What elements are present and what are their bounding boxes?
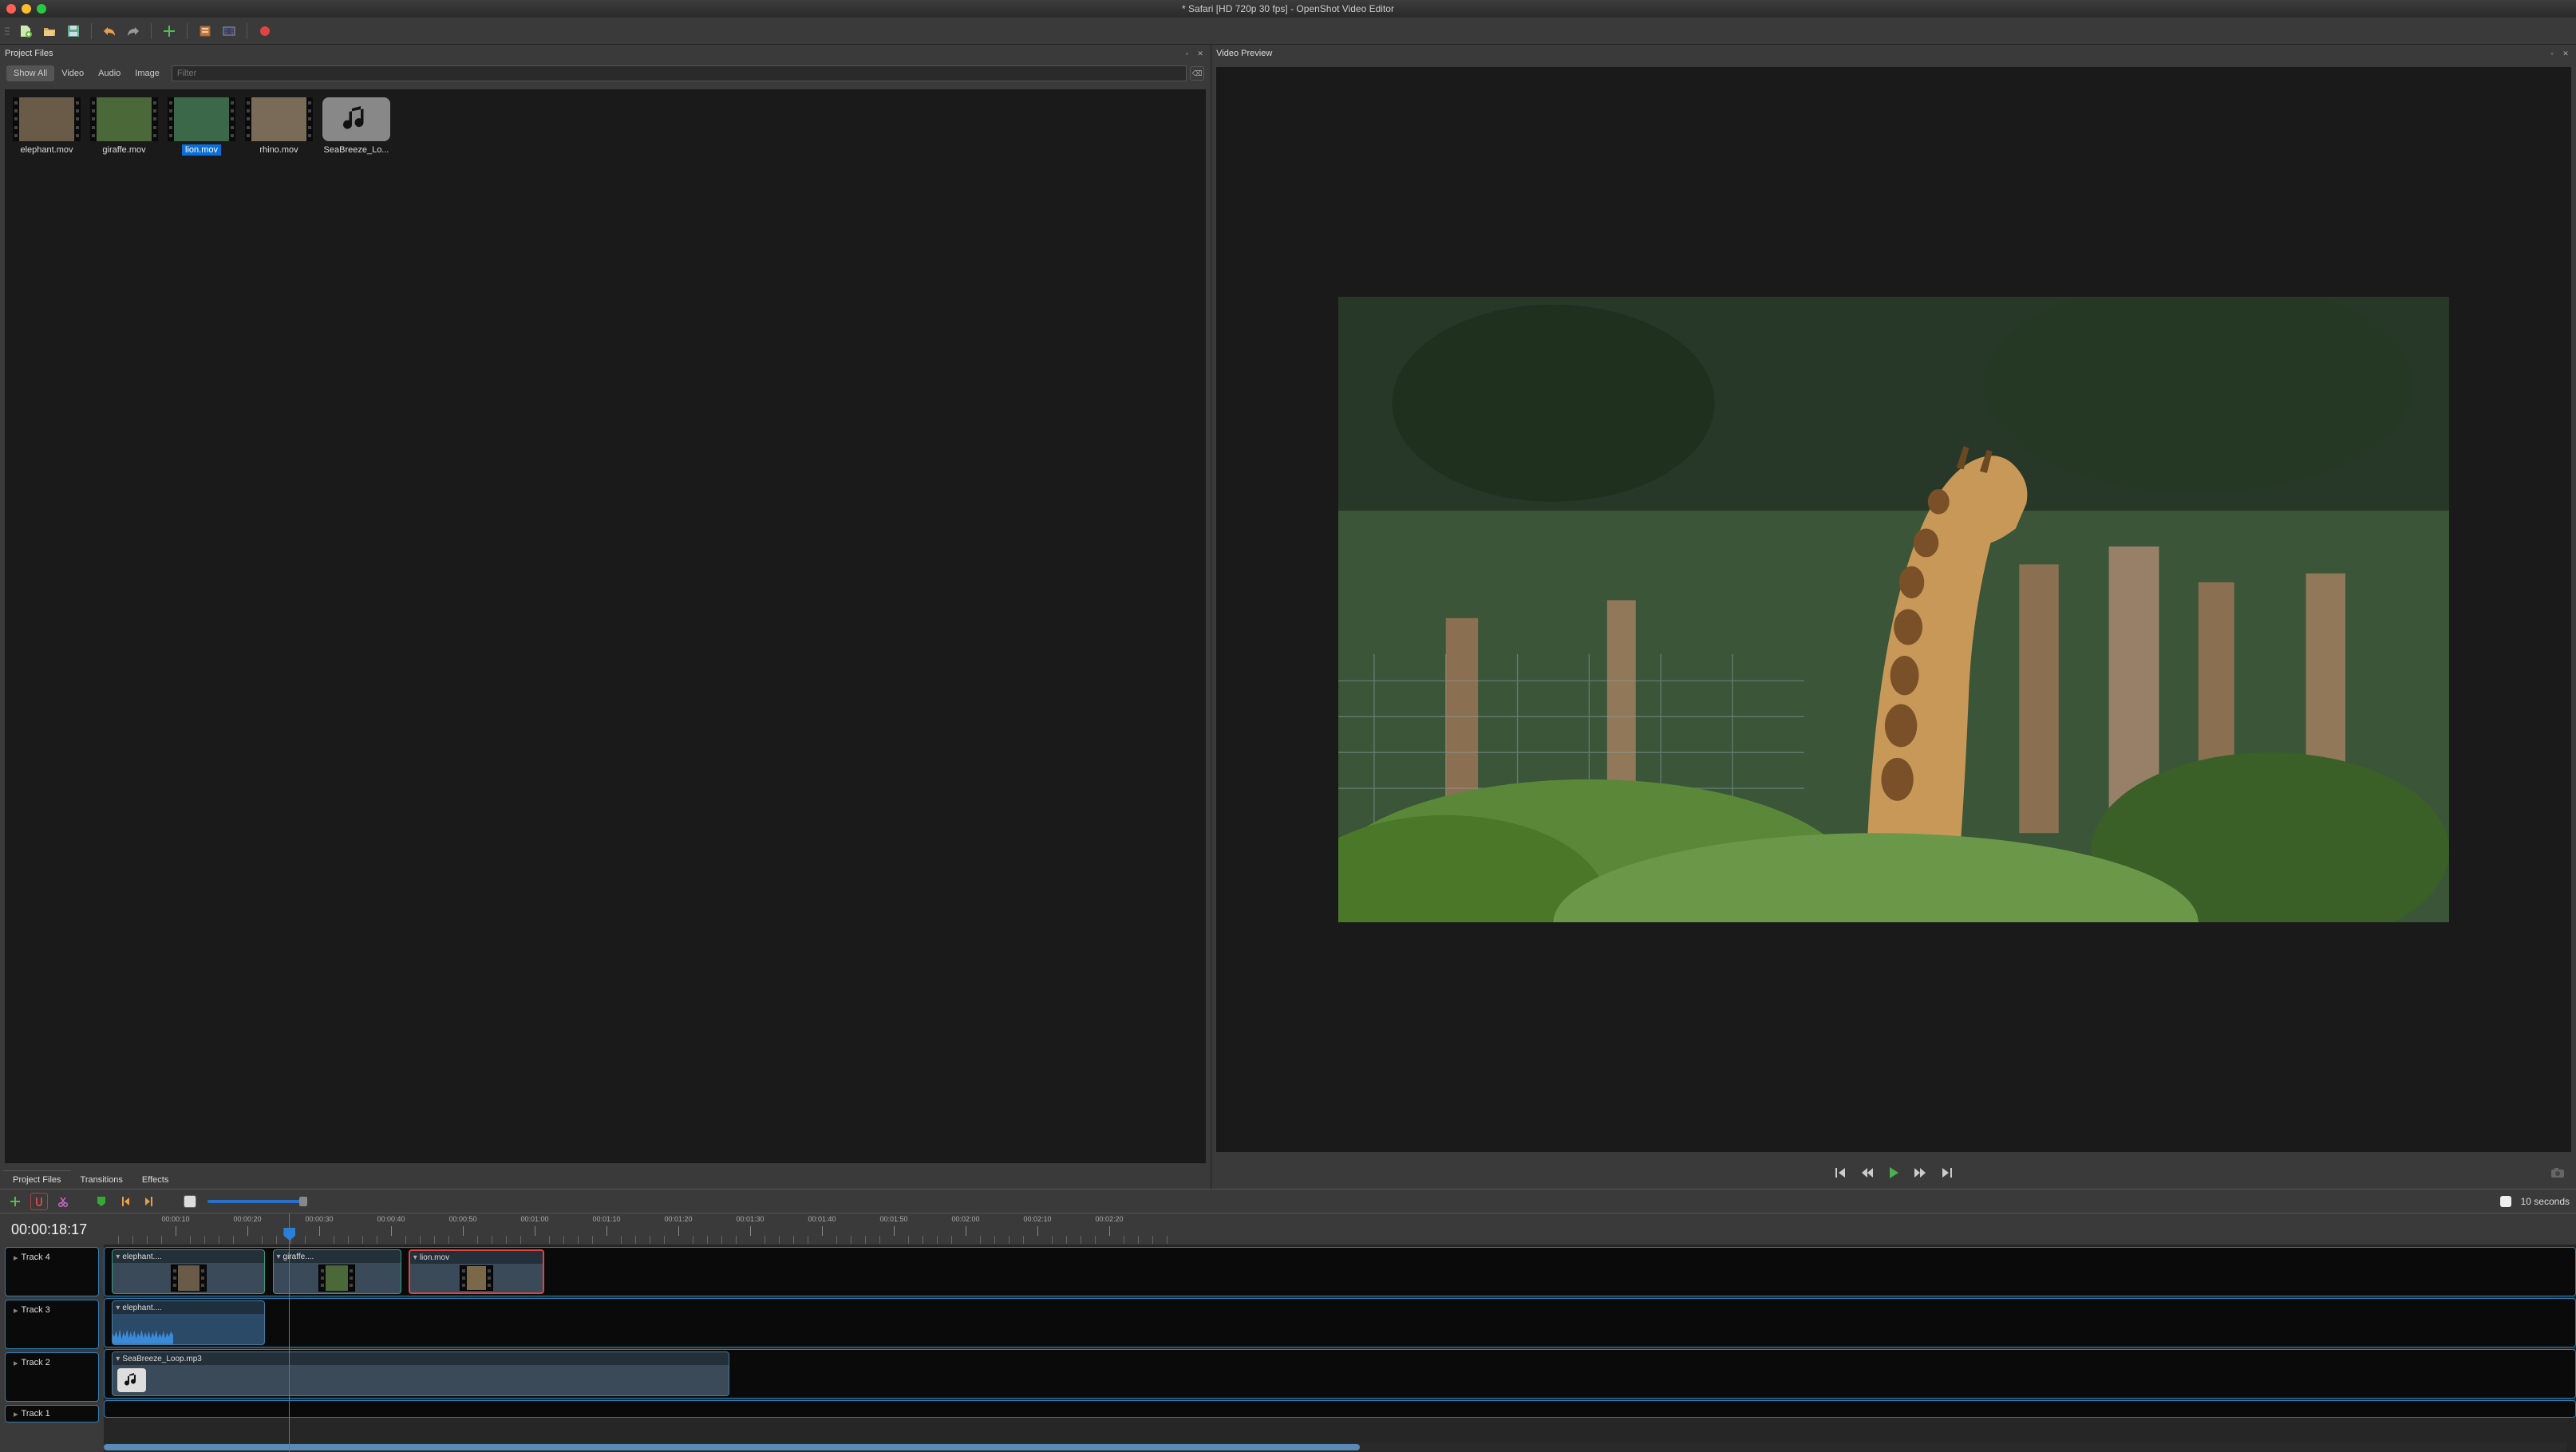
window-title: * Safari [HD 720p 30 fps] - OpenShot Vid…: [1182, 3, 1394, 14]
fullscreen-button[interactable]: [219, 22, 239, 41]
add-track-button[interactable]: [6, 1193, 24, 1210]
clip-seabreeze[interactable]: ▾SeaBreeze_Loop.mp3: [112, 1351, 729, 1396]
main-toolbar: [0, 18, 2576, 45]
file-item[interactable]: SeaBreeze_Lo...: [322, 97, 390, 156]
clip-giraffe[interactable]: ▾giraffe....: [273, 1249, 401, 1294]
track-header-1[interactable]: ▸Track 1: [5, 1405, 99, 1422]
close-panel-button[interactable]: ✕: [1195, 48, 1206, 59]
scrollbar-thumb[interactable]: [104, 1444, 1360, 1450]
file-item[interactable]: rhino.mov: [245, 97, 313, 156]
timeline-scrollbar[interactable]: [104, 1442, 2566, 1452]
clip-label: SeaBreeze_Loop.mp3: [122, 1355, 202, 1363]
rewind-button[interactable]: [1861, 1167, 1874, 1178]
track-lane-3[interactable]: ▾elephant....: [104, 1298, 2576, 1347]
file-label: giraffe.mov: [99, 144, 148, 156]
clip-elephant-audio[interactable]: ▾elephant....: [112, 1300, 265, 1345]
clip-label: elephant....: [122, 1304, 161, 1312]
track-header-4[interactable]: ▸Track 4: [5, 1247, 99, 1296]
add-marker-button[interactable]: [93, 1193, 110, 1210]
audio-thumb: [322, 97, 390, 141]
filter-show-all[interactable]: Show All: [6, 65, 54, 81]
save-project-button[interactable]: [64, 22, 83, 41]
filter-row: Show All Video Audio Image ⌫: [0, 62, 1211, 85]
clip-label: giraffe....: [283, 1253, 314, 1261]
import-files-button[interactable]: [160, 22, 179, 41]
jump-start-button[interactable]: [1834, 1167, 1847, 1178]
timeline-ruler[interactable]: 00:00:1000:00:2000:00:3000:00:4000:00:50…: [104, 1213, 2576, 1245]
file-label: elephant.mov: [17, 144, 76, 156]
new-project-button[interactable]: [16, 22, 35, 41]
playhead[interactable]: [289, 1213, 290, 1452]
prev-marker-button[interactable]: [117, 1193, 134, 1210]
razor-button[interactable]: [54, 1193, 72, 1210]
track-header-3[interactable]: ▸Track 3: [5, 1300, 99, 1349]
track-lane-1[interactable]: [104, 1400, 2576, 1418]
redo-button[interactable]: [124, 22, 143, 41]
tab-effects[interactable]: Effects: [132, 1171, 178, 1189]
detach-panel-button[interactable]: ▫: [1181, 48, 1192, 59]
close-window-button[interactable]: [6, 4, 16, 14]
export-button[interactable]: [255, 22, 275, 41]
file-item[interactable]: lion.mov: [168, 97, 235, 156]
preview-area: [1216, 67, 2571, 1152]
zoom-slider[interactable]: [207, 1200, 303, 1203]
file-label: SeaBreeze_Lo...: [321, 144, 393, 156]
open-project-button[interactable]: [40, 22, 59, 41]
video-thumb: [245, 97, 313, 141]
tracks-area[interactable]: 00:00:1000:00:2000:00:3000:00:4000:00:50…: [104, 1213, 2576, 1452]
track-headers: 00:00:18:17 ▸Track 4 ▸Track 3 ▸Track 2 ▸…: [0, 1213, 104, 1452]
filter-video[interactable]: Video: [54, 65, 91, 81]
tab-transitions[interactable]: Transitions: [71, 1171, 132, 1189]
undo-button[interactable]: [100, 22, 119, 41]
track-lane-4[interactable]: ▾elephant.... ▾giraffe.... ▾lion.mov: [104, 1247, 2576, 1296]
timeline-toolbar: 10 seconds: [0, 1190, 2576, 1213]
clip-lion[interactable]: ▾lion.mov: [409, 1249, 544, 1294]
left-tabs: Project Files Transitions Effects: [0, 1168, 1211, 1189]
file-item[interactable]: giraffe.mov: [90, 97, 158, 156]
file-item[interactable]: elephant.mov: [13, 97, 81, 156]
play-button[interactable]: [1888, 1166, 1899, 1179]
video-preview-title: Video Preview: [1216, 49, 1272, 58]
snapshot-button[interactable]: [2550, 1167, 2565, 1178]
clip-label: lion.mov: [420, 1253, 449, 1262]
profiles-button[interactable]: [196, 22, 215, 41]
zoom-handle[interactable]: [299, 1197, 307, 1206]
video-thumb: [168, 97, 235, 141]
project-files-header: Project Files ▫ ✕: [0, 45, 1211, 62]
track-lane-2[interactable]: ▾SeaBreeze_Loop.mp3: [104, 1349, 2576, 1399]
zoom-lock-checkbox[interactable]: [2500, 1196, 2511, 1207]
center-playhead-button[interactable]: [184, 1195, 196, 1208]
next-marker-button[interactable]: [140, 1193, 158, 1210]
minimize-window-button[interactable]: [22, 4, 31, 14]
jump-end-button[interactable]: [1941, 1167, 1954, 1178]
video-thumb: [13, 97, 81, 141]
playback-controls: [1211, 1157, 2576, 1189]
detach-preview-button[interactable]: ▫: [2546, 48, 2558, 59]
time-display: 00:00:18:17: [0, 1213, 104, 1245]
preview-frame: [1338, 297, 2449, 921]
filter-input[interactable]: [172, 65, 1187, 81]
clip-elephant[interactable]: ▾elephant....: [112, 1249, 265, 1294]
fast-forward-button[interactable]: [1914, 1167, 1926, 1178]
clip-label: elephant....: [122, 1253, 161, 1261]
zoom-label: 10 seconds: [2521, 1196, 2570, 1207]
file-label: rhino.mov: [256, 144, 301, 156]
project-files-title: Project Files: [5, 49, 53, 58]
titlebar: * Safari [HD 720p 30 fps] - OpenShot Vid…: [0, 0, 2576, 18]
tab-project-files[interactable]: Project Files: [3, 1170, 71, 1189]
track-header-2[interactable]: ▸Track 2: [5, 1352, 99, 1402]
file-label: lion.mov: [182, 144, 221, 156]
close-preview-button[interactable]: ✕: [2560, 48, 2571, 59]
filter-audio[interactable]: Audio: [91, 65, 128, 81]
window-controls: [6, 4, 46, 14]
video-preview-header: Video Preview ▫ ✕: [1211, 45, 2576, 62]
clear-filter-button[interactable]: ⌫: [1190, 66, 1204, 81]
maximize-window-button[interactable]: [37, 4, 46, 14]
snap-button[interactable]: [30, 1193, 48, 1210]
filter-image[interactable]: Image: [128, 65, 167, 81]
file-grid: elephant.mov giraffe.mov lion.mov rhino.mov…: [5, 89, 1206, 1163]
video-thumb: [90, 97, 158, 141]
